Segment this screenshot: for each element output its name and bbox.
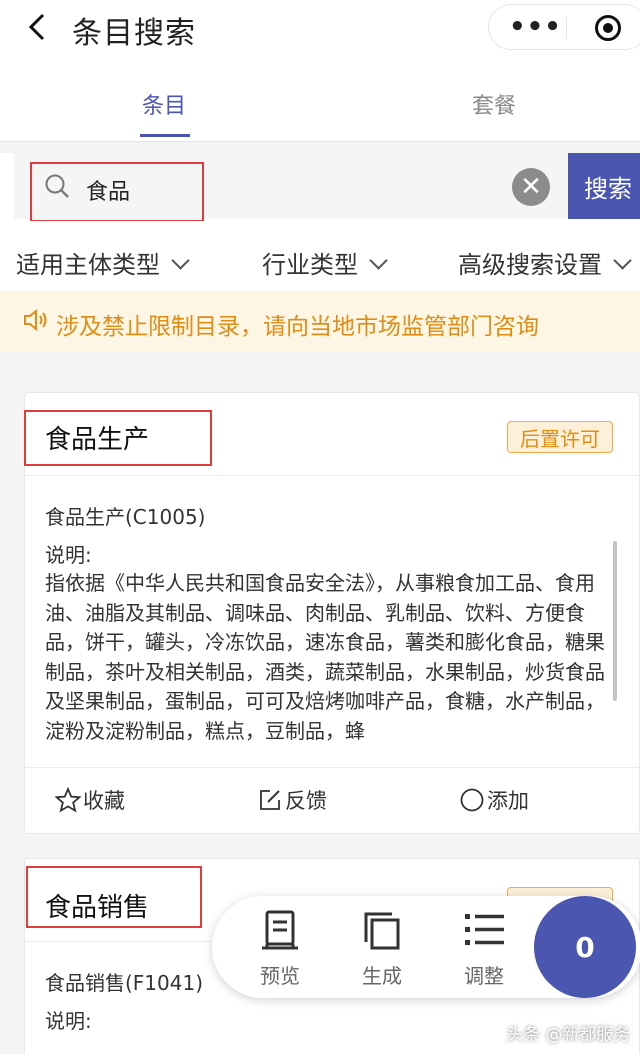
chevron-down-icon	[613, 251, 632, 270]
chevron-left-icon	[28, 13, 45, 41]
selection-count-button[interactable]: 0	[534, 896, 636, 998]
filter-label: 行业类型	[262, 251, 358, 279]
card-desc-label: 说明:	[45, 1009, 92, 1033]
add-button[interactable]: 添加	[459, 785, 529, 815]
header-bar: 条目搜索 •••	[0, 0, 640, 56]
watermark-text: 头条 @新都服务	[506, 1025, 631, 1045]
more-dots-icon[interactable]: •••	[509, 14, 562, 40]
filter-industry-type[interactable]: 行业类型	[262, 245, 388, 280]
favorite-button[interactable]: 收藏	[55, 785, 125, 815]
description-scrollbar[interactable]	[613, 541, 617, 701]
speaker-icon	[24, 308, 47, 332]
filter-bar: 适用主体类型 行业类型 高级搜索设置	[0, 221, 640, 291]
filter-label: 高级搜索设置	[458, 251, 602, 279]
target-circle-icon[interactable]	[595, 15, 621, 41]
filter-advanced-search[interactable]: 高级搜索设置	[458, 245, 632, 280]
tab-items[interactable]: 条目	[142, 88, 186, 120]
clear-x-icon[interactable]: ✕	[512, 168, 550, 206]
filter-entity-type[interactable]: 适用主体类型	[16, 245, 190, 280]
notice-text: 涉及禁止限制目录，请向当地市场监管部门咨询	[56, 314, 539, 340]
copy-icon	[364, 912, 400, 950]
status-badge: 后置许可	[507, 421, 613, 453]
tab-bar: 条目 套餐	[0, 56, 640, 142]
capsule-divider	[566, 17, 567, 39]
annotation-box-card-title	[24, 410, 212, 466]
adjust-label: 调整	[464, 964, 504, 988]
favorite-label: 收藏	[83, 789, 125, 813]
card-code: 食品销售(F1041)	[45, 971, 204, 995]
circle-icon	[460, 788, 484, 812]
generate-button[interactable]: 生成	[352, 908, 412, 989]
feedback-label: 反馈	[285, 789, 327, 813]
chevron-down-icon	[171, 251, 190, 270]
mini-program-capsule: •••	[488, 4, 640, 50]
annotation-box-search	[30, 162, 204, 222]
preview-icon	[262, 910, 298, 950]
card-divider	[25, 767, 640, 768]
edit-icon	[260, 790, 280, 810]
chevron-down-icon	[369, 251, 388, 270]
filter-label: 适用主体类型	[16, 251, 160, 279]
adjust-button[interactable]: 调整	[454, 908, 514, 989]
notice-banner: 涉及禁止限制目录，请向当地市场监管部门咨询	[0, 291, 640, 351]
generate-label: 生成	[362, 964, 402, 988]
preview-label: 预览	[260, 964, 300, 988]
preview-button[interactable]: 预览	[250, 908, 310, 989]
annotation-box-card-title	[26, 866, 202, 928]
card-actions: 收藏 反馈 添加	[25, 769, 640, 833]
page-title: 条目搜索	[72, 16, 196, 51]
add-label: 添加	[487, 789, 529, 813]
star-icon	[55, 787, 81, 813]
search-button[interactable]: 搜索	[568, 153, 640, 219]
card-description[interactable]: 指依据《中华人民共和国食品安全法》，从事粮食加工品、食用油、油脂及其制品、调味品…	[45, 569, 621, 745]
card-desc-label: 说明:	[45, 543, 92, 567]
tab-active-indicator	[140, 134, 190, 137]
card-code: 食品生产(C1005)	[45, 505, 206, 529]
feedback-button[interactable]: 反馈	[257, 785, 327, 815]
list-icon	[465, 914, 504, 945]
card-divider	[25, 475, 640, 476]
back-button[interactable]	[22, 10, 52, 44]
tab-packages[interactable]: 套餐	[472, 88, 516, 120]
